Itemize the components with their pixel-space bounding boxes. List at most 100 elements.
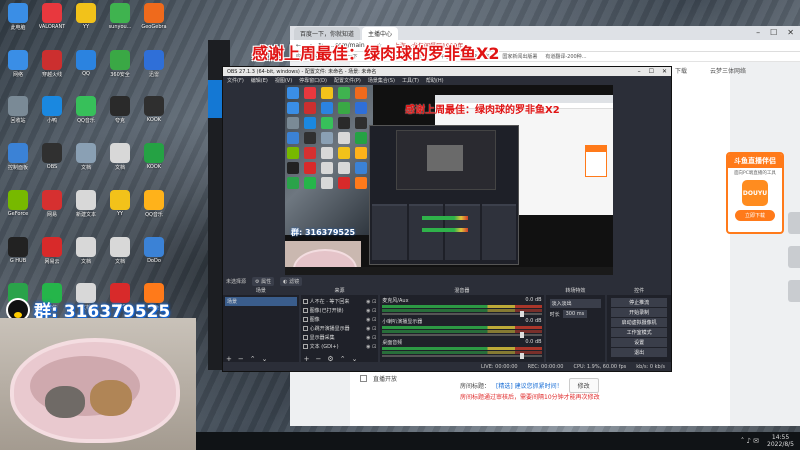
eye-lock-icon[interactable]: ◉ ⊡ — [366, 317, 376, 323]
desktop-icon[interactable]: 穿越火线 — [36, 49, 68, 94]
obs-menu-item[interactable]: 工具(T) — [402, 77, 419, 84]
close-icon[interactable]: ✕ — [787, 28, 794, 37]
modify-button[interactable]: 修改 — [568, 378, 599, 393]
desktop-icon[interactable]: QQ — [70, 49, 102, 94]
obs-menu-item[interactable]: 帮助(H) — [426, 77, 444, 84]
control-button[interactable]: 工作室模式 — [611, 328, 667, 337]
control-button[interactable]: 停止推流 — [611, 298, 667, 307]
desktop-icon-label: 控制面板 — [7, 165, 28, 172]
obs-titlebar[interactable]: OBS 27.1.3 (64-bit, windows) - 配置文件: 未命名… — [223, 67, 671, 76]
control-button[interactable]: 退出 — [611, 348, 667, 357]
minimize-icon[interactable]: – — [756, 28, 760, 37]
yy-icon — [110, 189, 130, 210]
desktop-icon[interactable]: YY — [104, 189, 136, 234]
obs-menu-item[interactable]: 视图(V) — [275, 77, 292, 84]
desktop-icon[interactable]: QQ音乐 — [70, 96, 102, 140]
desktop-icon[interactable]: KOOK — [138, 143, 170, 187]
document-icon — [110, 236, 130, 257]
desktop-icon[interactable]: DoDo — [138, 236, 170, 281]
desktop-icon[interactable]: YY — [70, 3, 102, 47]
preview-icon — [338, 147, 350, 159]
mixer-channel-name: 小喇叭演播显示器 — [382, 319, 423, 325]
ad-download-button[interactable]: 立即下载 — [735, 210, 775, 221]
obs-menu-item[interactable]: 场景集合(S) — [368, 77, 395, 84]
desktop-icon[interactable]: VALORANT — [36, 3, 68, 47]
desktop-icon[interactable]: GeForce — [2, 189, 34, 234]
eye-lock-icon[interactable]: ◉ ⊡ — [366, 299, 376, 305]
desktop-icon[interactable]: OBS — [36, 143, 68, 187]
maximize-icon[interactable]: ☐ — [649, 68, 654, 75]
download-link[interactable]: 下载 — [675, 66, 687, 75]
desktop-icon[interactable]: GeoGebra — [138, 3, 170, 47]
desktop-icon[interactable]: 新建文本 — [70, 189, 102, 234]
bookmark-item[interactable]: 国家新闻出版署 — [502, 53, 537, 60]
browser-tab[interactable]: 百度一下，你就知道 — [294, 27, 361, 40]
eye-lock-icon[interactable]: ◉ ⊡ — [366, 335, 376, 341]
logitech-icon — [8, 236, 28, 257]
control-button[interactable]: 开始录制 — [611, 308, 667, 317]
desktop-icon[interactable]: 文档 — [104, 143, 136, 187]
desktop-icon[interactable]: sunyou... — [104, 3, 136, 47]
source-item[interactable]: 文本 (GDI+) ◉ ⊡ — [302, 342, 376, 351]
properties-button[interactable]: ⚙ 属性 — [252, 277, 275, 286]
desktop-icon[interactable]: 360安全 — [104, 49, 136, 94]
obs-window[interactable]: OBS 27.1.3 (64-bit, windows) - 配置文件: 未命名… — [222, 66, 672, 372]
obs-window-controls: – ☐ ✕ — [638, 68, 667, 75]
desktop-icon[interactable]: 迅雷 — [138, 49, 170, 94]
transition-select[interactable]: 淡入淡出 — [549, 299, 602, 308]
side-float-button[interactable] — [788, 212, 800, 234]
desktop-icon[interactable]: KOOK — [138, 96, 170, 140]
eye-lock-icon[interactable]: ◉ ⊡ — [366, 326, 376, 332]
browser-tab-active[interactable]: 主播中心 — [362, 27, 399, 40]
douyu-helper-ad[interactable]: 斗鱼直播伴侣 面向PC端直播的工具 DOUYU 立即下载 — [726, 152, 784, 234]
app-icon — [42, 96, 62, 117]
minimize-icon[interactable]: – — [638, 68, 641, 75]
side-float-button[interactable] — [788, 246, 800, 268]
control-button[interactable]: 设置 — [611, 338, 667, 347]
desktop-icon[interactable]: 网易云 — [36, 236, 68, 281]
volume-slider[interactable] — [382, 353, 542, 359]
user-name[interactable]: 云梦三体网络 — [710, 66, 746, 75]
room-title-link[interactable]: [精选] 建议您抓紧时间！ — [496, 381, 563, 390]
obs-menu-item[interactable]: 停靠窗口(D) — [299, 77, 327, 84]
source-item[interactable]: 图像(已打开锁) ◉ ⊡ — [302, 306, 376, 315]
maximize-icon[interactable]: ☐ — [770, 28, 777, 37]
eye-lock-icon[interactable]: ◉ ⊡ — [366, 344, 376, 350]
volume-slider[interactable] — [382, 311, 542, 317]
desktop-icon[interactable]: 文档 — [104, 236, 136, 281]
desktop-icon[interactable]: 此电脑 — [2, 3, 34, 47]
close-icon[interactable]: ✕ — [662, 68, 667, 75]
desktop-icon[interactable]: 夸克 — [104, 96, 136, 140]
side-float-button[interactable] — [788, 280, 800, 302]
system-tray-icons[interactable]: ˄ ♪ ✉ — [741, 437, 759, 445]
source-item[interactable]: 心跳开演播显示器 ◉ ⊡ — [302, 324, 376, 333]
duration-input[interactable]: 300 ms — [562, 310, 588, 318]
obs-preview[interactable]: 群: 316379525 感谢上周最佳：绿肉球的罗非鱼X2 — [285, 85, 613, 275]
desktop-icon[interactable]: 控制面板 — [2, 143, 34, 187]
mixer-channel: 麦克风/Aux 0.0 dB — [382, 297, 542, 317]
obs-menu-item[interactable]: 配置文件(P) — [334, 77, 361, 84]
clock[interactable]: 14:55 2022/8/5 — [767, 434, 794, 448]
desktop-icon[interactable]: QQ音乐 — [138, 189, 170, 234]
desktop-icon[interactable]: 网络 — [2, 49, 34, 94]
app-icon — [144, 189, 164, 210]
bookmark-item[interactable]: 有道翻译-200种… — [545, 53, 586, 60]
source-item[interactable]: 图像 ◉ ⊡ — [302, 315, 376, 324]
obs-menu-item[interactable]: 编辑(E) — [251, 77, 268, 84]
obs-menu-item[interactable]: 文件(F) — [227, 77, 244, 84]
desktop-icon[interactable]: 文档 — [70, 236, 102, 281]
desktop-icon[interactable]: G HUB — [2, 236, 34, 281]
eye-lock-icon[interactable]: ◉ ⊡ — [366, 308, 376, 314]
source-item[interactable]: 人不在 · 等下回来 ◉ ⊡ — [302, 297, 376, 306]
desktop-icon[interactable]: 文档 — [70, 143, 102, 187]
volume-slider[interactable] — [382, 332, 542, 338]
filters-button[interactable]: ◐ 滤镜 — [280, 277, 303, 286]
control-button[interactable]: 启动虚拟摄像机 — [611, 318, 667, 327]
network-icon — [8, 49, 28, 70]
source-item[interactable]: 显示器采集 ◉ ⊡ — [302, 333, 376, 342]
scene-item[interactable]: 场景 — [225, 297, 297, 306]
live-open-checkbox[interactable] — [360, 375, 367, 382]
desktop-icon[interactable]: 网易 — [36, 189, 68, 234]
desktop-icon[interactable]: 回收站 — [2, 96, 34, 140]
desktop-icon[interactable]: 小鸭 — [36, 96, 68, 140]
